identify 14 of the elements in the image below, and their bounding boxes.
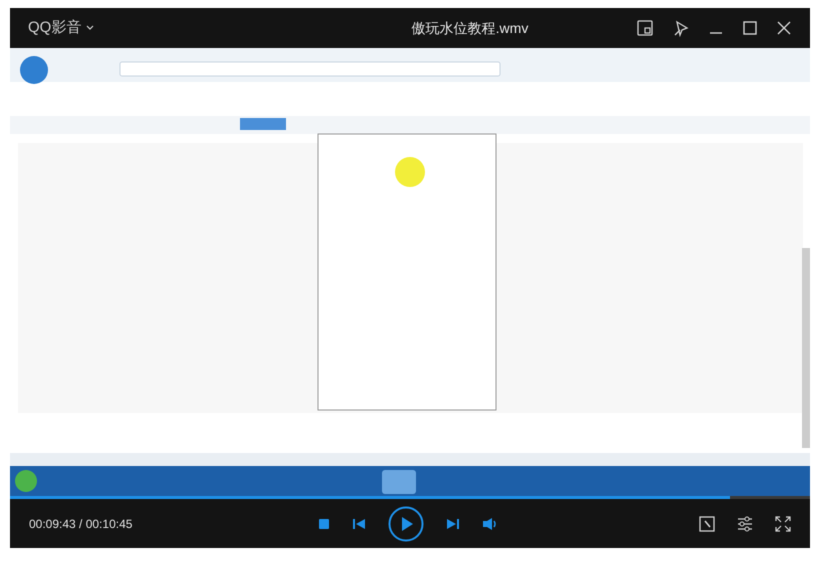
play-icon[interactable] xyxy=(388,506,424,542)
previous-icon[interactable] xyxy=(352,516,366,530)
sliders-icon[interactable] xyxy=(737,516,753,532)
fullscreen-icon[interactable] xyxy=(775,516,791,532)
app-menu-button[interactable]: QQ影音 xyxy=(28,16,96,40)
tools-icon[interactable] xyxy=(699,516,715,532)
stop-icon[interactable] xyxy=(318,518,330,530)
window-title: 傲玩水位教程.wmv xyxy=(410,18,530,38)
next-icon[interactable] xyxy=(446,516,460,530)
volume-icon[interactable] xyxy=(482,516,498,530)
screenshot-icon[interactable] xyxy=(636,19,654,37)
close-icon[interactable] xyxy=(776,20,792,36)
maximize-icon[interactable] xyxy=(742,20,758,36)
time-display: 00:09:43 / 00:10:45 xyxy=(29,516,132,532)
